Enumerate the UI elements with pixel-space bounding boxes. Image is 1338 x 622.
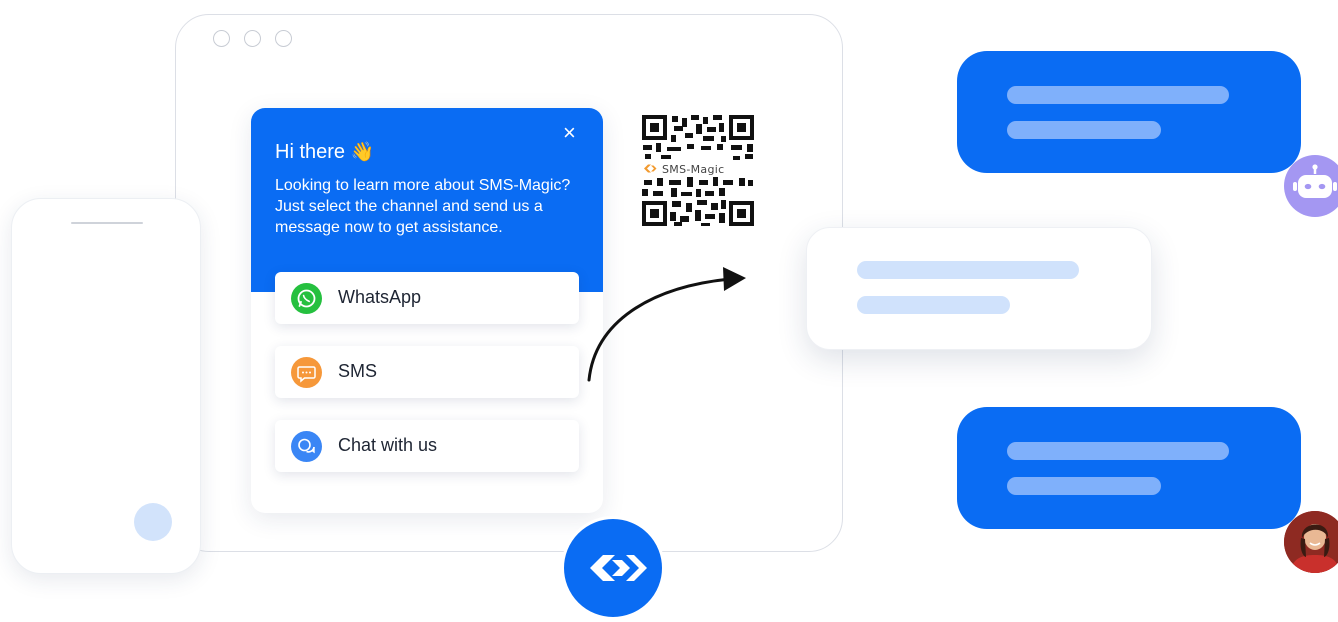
widget-intro-text: Looking to learn more about SMS-Magic? J… (275, 177, 571, 236)
window-dot-maximize[interactable] (275, 30, 292, 47)
user-avatar (1284, 511, 1338, 573)
window-dot-close[interactable] (213, 30, 230, 47)
sms-icon (291, 357, 322, 388)
qr-brand-label: SMS-Magic (660, 163, 727, 176)
message-line (1007, 86, 1229, 104)
window-dot-minimize[interactable] (244, 30, 261, 47)
chat-widget: Hi there 👋 Looking to learn more about S… (251, 108, 603, 513)
message-bubble-incoming (957, 51, 1301, 173)
phone-speaker (71, 222, 143, 224)
message-line (857, 261, 1079, 279)
channel-label: Chat with us (338, 435, 438, 455)
channel-label: WhatsApp (338, 287, 422, 307)
flow-arrow-icon (587, 267, 746, 382)
phone-chat-launcher[interactable] (134, 503, 172, 541)
bot-avatar-icon (1284, 155, 1338, 217)
wave-icon: 👋 (350, 142, 375, 163)
channel-label: SMS (338, 361, 378, 381)
phone-mockup (11, 198, 201, 574)
chat-icon (291, 431, 322, 462)
sms-magic-logo-icon[interactable] (561, 516, 665, 620)
message-line (857, 296, 1010, 314)
close-icon[interactable]: × (563, 122, 576, 144)
channel-whatsapp-button[interactable]: WhatsApp (275, 272, 579, 324)
widget-greeting: Hi there 👋 (275, 140, 374, 164)
channel-chat-button[interactable]: Chat with us (275, 420, 579, 472)
greeting-text: Hi there (275, 141, 346, 163)
message-line (1007, 442, 1229, 460)
message-bubble-incoming (957, 407, 1301, 529)
channel-sms-button[interactable]: SMS (275, 346, 579, 398)
message-bubble-outgoing (806, 227, 1152, 350)
message-line (1007, 477, 1161, 495)
whatsapp-icon (291, 283, 322, 314)
message-line (1007, 121, 1161, 139)
